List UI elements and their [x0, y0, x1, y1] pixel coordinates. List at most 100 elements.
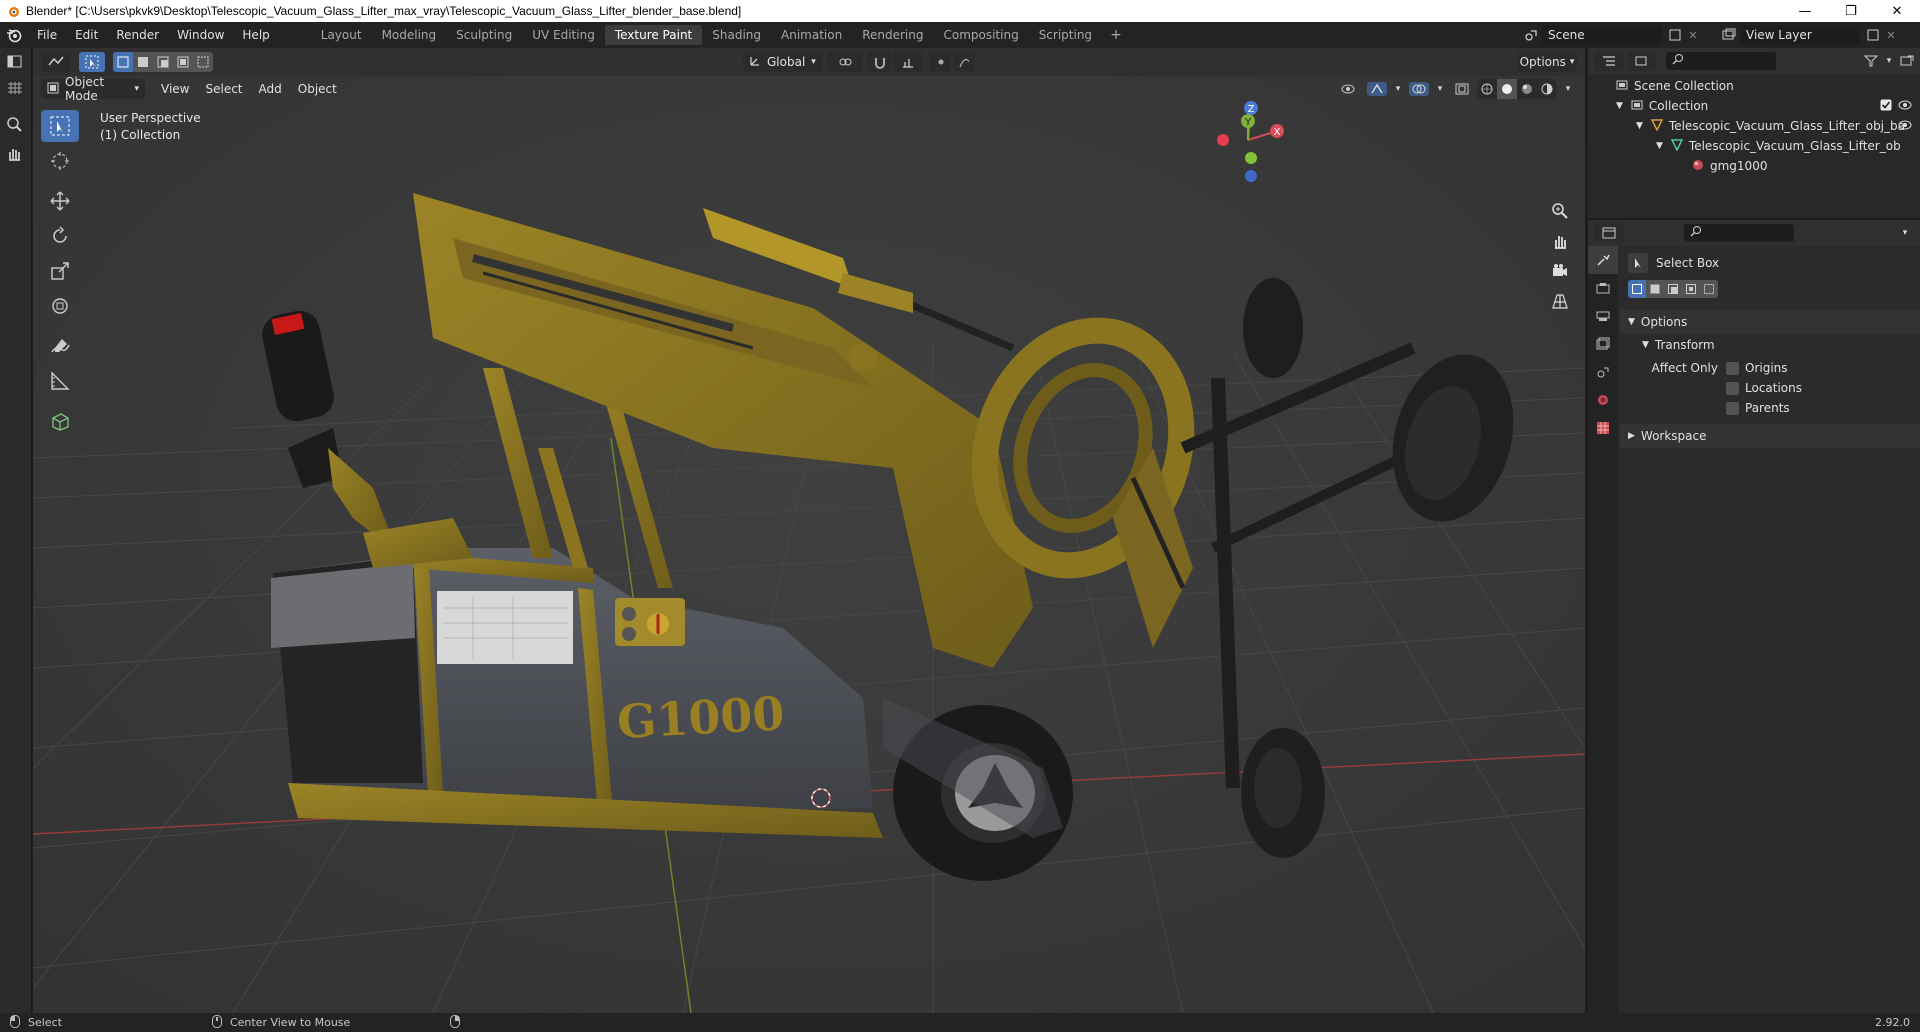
parents-label[interactable]: Parents — [1745, 401, 1790, 415]
tab-uv-editing[interactable]: UV Editing — [522, 25, 605, 45]
select-mode-extend-button[interactable] — [133, 52, 153, 72]
eye-icon[interactable] — [1898, 99, 1912, 113]
transform-tool[interactable] — [41, 290, 79, 322]
select-mode-intersect-button[interactable] — [193, 52, 213, 72]
mode-subtract-button[interactable] — [1664, 280, 1682, 298]
scale-tool[interactable] — [41, 255, 79, 287]
properties-search-input[interactable] — [1684, 224, 1794, 242]
tab-tool-settings[interactable] — [1588, 246, 1618, 274]
new-view-layer-icon[interactable] — [1866, 28, 1880, 42]
cursor-tool[interactable] — [41, 145, 79, 177]
menu-file[interactable]: File — [28, 28, 66, 42]
scene-name-field[interactable]: Scene — [1542, 25, 1662, 45]
snap-toggle-button[interactable] — [867, 52, 891, 72]
shading-rendered-icon[interactable] — [1537, 79, 1557, 99]
select-mode-subtract-button[interactable] — [153, 52, 173, 72]
menu-help[interactable]: Help — [233, 28, 278, 42]
tab-layout[interactable]: Layout — [311, 25, 372, 45]
editor-type-icon[interactable] — [6, 54, 24, 73]
add-workspace-button[interactable]: + — [1102, 27, 1130, 43]
tab-world[interactable] — [1588, 386, 1618, 414]
view-layer-icon[interactable] — [1722, 28, 1736, 42]
menu-view[interactable]: View — [153, 82, 197, 96]
tab-scene[interactable] — [1588, 358, 1618, 386]
tab-compositing[interactable]: Compositing — [933, 25, 1028, 45]
tab-rendering[interactable]: Rendering — [852, 25, 933, 45]
snap-target-dropdown[interactable] — [893, 52, 923, 72]
expand-arrow-icon[interactable]: ▼ — [1636, 121, 1643, 131]
close-button[interactable]: ✕ — [1874, 0, 1920, 22]
expand-arrow-icon[interactable]: ▼ — [1656, 141, 1663, 151]
add-cube-tool[interactable] — [41, 405, 79, 437]
zoom-icon[interactable] — [1547, 198, 1573, 224]
gizmo-toggle-icon[interactable] — [1367, 82, 1387, 96]
menu-object[interactable]: Object — [290, 82, 345, 96]
tab-render[interactable] — [1588, 274, 1618, 302]
select-box-tool-button[interactable] — [79, 52, 105, 72]
select-mode-new-button[interactable] — [113, 52, 133, 72]
move-tool[interactable] — [41, 185, 79, 217]
gizmo-neg-y-axis[interactable] — [1245, 152, 1257, 164]
mode-new-button[interactable] — [1628, 280, 1646, 298]
blender-logo-icon[interactable] — [0, 22, 28, 48]
delete-view-layer-icon[interactable]: ✕ — [1884, 28, 1898, 42]
filter-icon[interactable] — [1864, 54, 1878, 68]
mode-extend-button[interactable] — [1646, 280, 1664, 298]
tab-output[interactable] — [1588, 302, 1618, 330]
gizmo-neg-x-axis[interactable] — [1217, 134, 1229, 146]
menu-window[interactable]: Window — [168, 28, 233, 42]
view-layer-name-field[interactable]: View Layer — [1740, 25, 1860, 45]
shading-solid-icon[interactable] — [1497, 79, 1517, 99]
tab-scripting[interactable]: Scripting — [1029, 25, 1102, 45]
visibility-eye-icon[interactable] — [1337, 82, 1363, 96]
menu-render[interactable]: Render — [107, 28, 168, 42]
eye-icon[interactable] — [1898, 119, 1912, 133]
new-collection-icon[interactable] — [1900, 54, 1914, 68]
navigation-gizmo[interactable]: Z Y X — [1203, 88, 1293, 188]
expand-arrow-icon[interactable]: ▼ — [1616, 101, 1623, 111]
chevron-down-icon[interactable]: ▾ — [1433, 82, 1447, 96]
outliner-row-scene-collection[interactable]: Scene Collection — [1588, 76, 1920, 96]
minimize-button[interactable]: — — [1782, 0, 1828, 22]
outliner-row-collection[interactable]: ▼ Collection — [1588, 96, 1920, 116]
properties-editor-type-button[interactable] — [1594, 223, 1624, 243]
options-panel-header[interactable]: ▼ Options — [1620, 310, 1920, 334]
tab-modeling[interactable]: Modeling — [372, 25, 447, 45]
new-scene-icon[interactable] — [1668, 28, 1682, 42]
select-box-tool[interactable] — [41, 110, 79, 142]
rotate-tool[interactable] — [41, 220, 79, 252]
mode-dropdown[interactable]: Object Mode ▾ — [41, 75, 145, 103]
transform-subpanel-header[interactable]: ▼ Transform — [1620, 334, 1920, 356]
parents-checkbox[interactable] — [1726, 401, 1739, 415]
gizmo-neg-z-axis[interactable] — [1245, 170, 1257, 182]
grid-perspective-icon[interactable] — [1547, 288, 1573, 314]
proportional-falloff-button[interactable] — [953, 52, 975, 72]
chevron-down-icon[interactable]: ▾ — [1882, 54, 1896, 68]
checkbox-checked-icon[interactable] — [1880, 99, 1892, 114]
tab-texture-paint[interactable]: Texture Paint — [604, 25, 703, 45]
measure-tool[interactable] — [41, 365, 79, 397]
3d-viewport[interactable]: G1000 Global ▾ Options ▾ Object Mode ▾ V… — [33, 48, 1585, 1013]
delete-scene-icon[interactable]: ✕ — [1686, 28, 1700, 42]
tab-view-layer[interactable] — [1588, 330, 1618, 358]
zoom-icon[interactable] — [4, 114, 24, 137]
menu-add[interactable]: Add — [251, 82, 290, 96]
viewport-scene[interactable]: G1000 — [33, 48, 1585, 1013]
origins-label[interactable]: Origins — [1745, 361, 1788, 375]
mode-invert-button[interactable] — [1682, 280, 1700, 298]
select-box-icon[interactable] — [1628, 253, 1648, 273]
transform-orientation-dropdown[interactable]: Global ▾ — [743, 52, 823, 72]
menu-select[interactable]: Select — [197, 82, 250, 96]
outliner-row-material[interactable]: gmg1000 — [1588, 156, 1920, 176]
grid-icon[interactable] — [6, 80, 24, 99]
outliner-row-object[interactable]: ▼ Telescopic_Vacuum_Glass_Lifter_obj_ba — [1588, 116, 1920, 136]
annotate-tool[interactable] — [41, 330, 79, 362]
chevron-down-icon[interactable]: ▾ — [1391, 82, 1405, 96]
camera-icon[interactable] — [1547, 258, 1573, 284]
menu-edit[interactable]: Edit — [66, 28, 107, 42]
proportional-edit-button[interactable] — [929, 52, 951, 72]
shading-wireframe-icon[interactable] — [1477, 79, 1497, 99]
tab-sculpting[interactable]: Sculpting — [446, 25, 522, 45]
chevron-down-icon[interactable]: ▾ — [1561, 82, 1575, 96]
tab-shading[interactable]: Shading — [702, 25, 771, 45]
